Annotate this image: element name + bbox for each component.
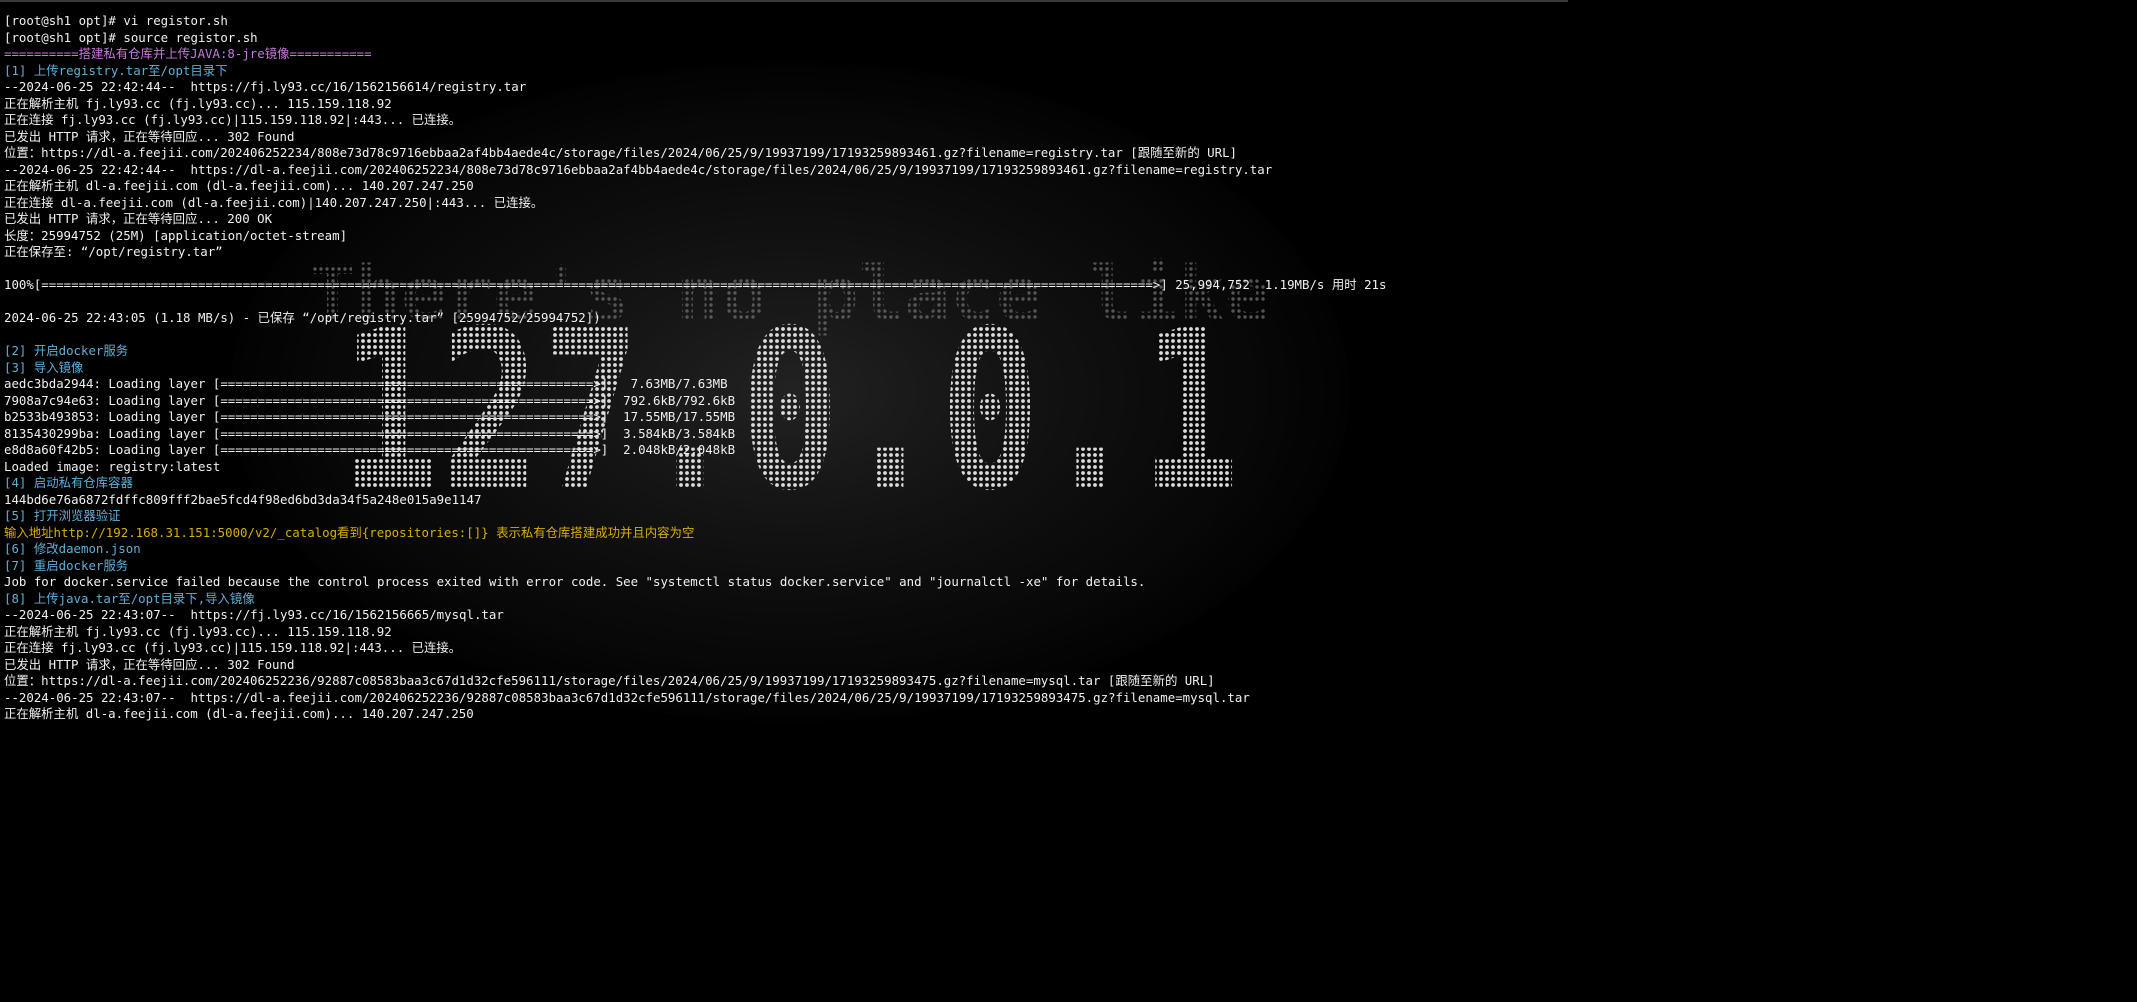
terminal-line: [8] 上传java.tar至/opt目录下,导入镜像 [4,590,255,606]
terminal-line: 2024-06-25 22:43:05 (1.18 MB/s) - 已保存 “/… [4,310,601,325]
terminal-line: 正在连接 dl-a.feejii.com (dl-a.feejii.com)|1… [4,194,544,210]
terminal-line: --2024-06-25 22:42:44-- https://fj.ly93.… [4,79,527,94]
terminal-line: --2024-06-25 22:42:44-- https://dl-a.fee… [4,161,1273,177]
terminal-line: 正在解析主机 dl-a.feejii.com (dl-a.feejii.com)… [4,178,474,193]
terminal-line: [2] 开启docker服务 [4,343,129,358]
terminal-line: 144bd6e76a6872fdffc809fff2bae5fcd4f98ed6… [4,491,482,507]
terminal-line: b2533b493853: Loading layer [===========… [4,409,736,424]
terminal-line: aedc3bda2944: Loading layer [===========… [4,376,728,391]
terminal-line: [6] 修改daemon.json [4,541,141,556]
terminal-line: 正在解析主机 fj.ly93.cc (fj.ly93.cc)... 115.15… [4,623,392,639]
terminal-window[interactable]: There's no place like 127.0.0.1 [root@sh… [0,0,1568,735]
terminal-line: ==========搭建私有仓库并上传JAVA:8-jre镜像=========… [4,46,372,61]
terminal-line: 正在连接 fj.ly93.cc (fj.ly93.cc)|115.159.118… [4,112,462,127]
terminal-line: 已发出 HTTP 请求，正在等待回应... 302 Found [4,128,295,144]
terminal-line: [4] 启动私有仓库容器 [4,475,133,490]
terminal-line: 输入地址http://192.168.31.151:5000/v2/_catal… [4,524,695,540]
terminal-line: 正在解析主机 fj.ly93.cc (fj.ly93.cc)... 115.15… [4,95,392,111]
terminal-line: 已发出 HTTP 请求，正在等待回应... 302 Found [4,656,295,672]
terminal-line: [1] 上传registry.tar至/opt目录下 [4,62,228,78]
terminal-line: 正在连接 fj.ly93.cc (fj.ly93.cc)|115.159.118… [4,640,462,655]
terminal-line: Job for docker.service failed because th… [4,574,1146,589]
terminal-line: 已发出 HTTP 请求，正在等待回应... 200 OK [4,211,273,226]
terminal-line: --2024-06-25 22:43:07-- https://dl-a.fee… [4,689,1250,705]
terminal-line: [7] 重启docker服务 [4,557,129,573]
terminal-line: 正在解析主机 dl-a.feejii.com (dl-a.feejii.com)… [4,706,474,721]
terminal-line: [3] 导入镜像 [4,359,84,375]
terminal-line: e8d8a60f42b5: Loading layer [===========… [4,442,736,457]
terminal-output: [root@sh1 opt]# vi registor.sh [root@sh1 … [4,13,1568,723]
terminal-line: [root@sh1 opt]# vi registor.sh [4,13,228,28]
terminal-line: 位置：https://dl-a.feejii.com/202406252234/… [4,145,1238,160]
terminal-line: 7908a7c94e63: Loading layer [===========… [4,392,736,408]
terminal-line: 100%[===================================… [4,277,1387,292]
terminal-line: --2024-06-25 22:43:07-- https://fj.ly93.… [4,607,504,622]
terminal-line: 正在保存至: “/opt/registry.tar” [4,244,223,259]
terminal-line: 位置：https://dl-a.feejii.com/202406252236/… [4,673,1215,688]
terminal-line: [root@sh1 opt]# source registor.sh [4,29,258,45]
terminal-line: Loaded image: registry:latest [4,458,221,474]
terminal-line: [5] 打开浏览器验证 [4,508,121,523]
terminal-line: 长度：25994752 (25M) [application/octet-str… [4,227,348,243]
terminal-line: 8135430299ba: Loading layer [===========… [4,425,736,441]
